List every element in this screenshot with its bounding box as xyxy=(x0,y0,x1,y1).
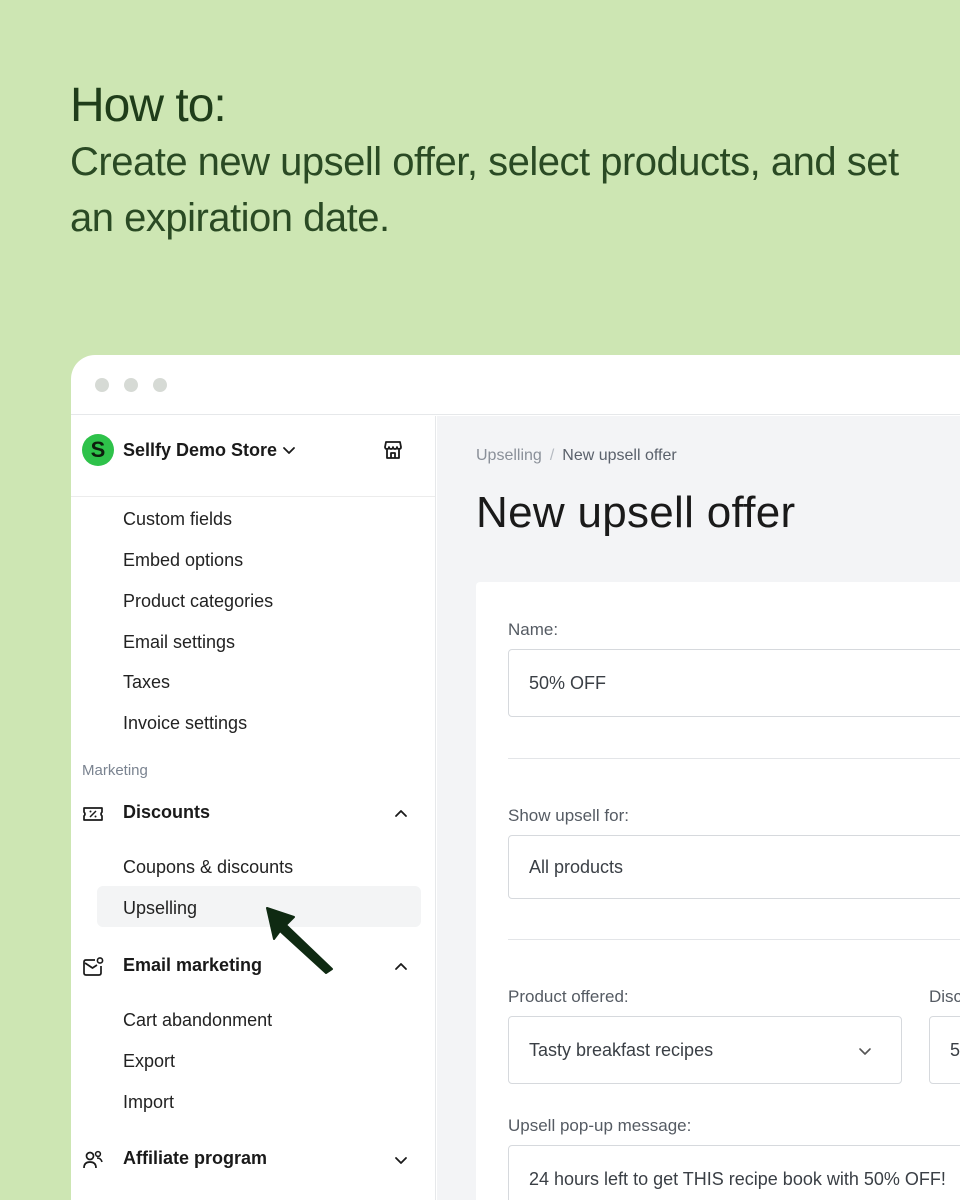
breadcrumb: Upselling / New upsell offer xyxy=(476,447,677,465)
sidebar-group-label: Email marketing xyxy=(123,955,263,975)
mail-notification-icon xyxy=(83,957,104,976)
product-offered-label: Product offered: xyxy=(508,987,629,1006)
discount-label: Disc xyxy=(929,987,960,1006)
instruction-heading: How to: Create new upsell offer, select … xyxy=(70,78,930,246)
sidebar-item-embed-options[interactable]: Embed options xyxy=(123,548,243,572)
divider xyxy=(508,758,960,759)
show-upsell-for-select[interactable]: All products xyxy=(508,835,960,899)
chevron-down-icon xyxy=(859,1048,871,1055)
sidebar-item-taxes[interactable]: Taxes xyxy=(123,670,170,694)
sidebar-group-discounts[interactable]: Discounts xyxy=(82,800,409,830)
ticket-icon xyxy=(83,807,103,821)
upsell-form-card: Name: 50% OFF Show upsell for: All produ… xyxy=(476,582,960,1200)
chevron-down-icon[interactable] xyxy=(393,1152,409,1168)
app-window: S Sellfy Demo Store Custom fields Embed … xyxy=(71,355,960,1200)
store-switcher[interactable]: S Sellfy Demo Store xyxy=(71,416,435,497)
sidebar-group-email-marketing[interactable]: Email marketing xyxy=(82,953,409,983)
heading-title: How to: xyxy=(70,79,227,132)
sidebar-item-cart-abandonment[interactable]: Cart abandonment xyxy=(123,1008,272,1032)
window-titlebar xyxy=(71,355,960,415)
sidebar-group-affiliate-program[interactable]: Affiliate program xyxy=(82,1146,409,1176)
window-dot-close[interactable] xyxy=(95,378,109,392)
section-label-marketing: Marketing xyxy=(82,762,148,779)
store-logo: S xyxy=(82,434,114,466)
sidebar-item-upselling[interactable]: Upselling xyxy=(123,896,197,920)
upsell-message-label: Upsell pop-up message: xyxy=(508,1116,692,1135)
pointer-cursor-icon xyxy=(266,907,333,974)
chevron-up-icon[interactable] xyxy=(393,806,409,822)
sidebar-item-export[interactable]: Export xyxy=(123,1049,175,1073)
affiliate-users-icon xyxy=(83,1150,103,1169)
store-name[interactable]: Sellfy Demo Store xyxy=(123,440,277,461)
sidebar-item-coupons-discounts[interactable]: Coupons & discounts xyxy=(123,855,293,879)
sidebar: S Sellfy Demo Store Custom fields Embed … xyxy=(71,416,436,1200)
page-title: New upsell offer xyxy=(476,488,796,537)
upsell-message-input[interactable]: 24 hours left to get THIS recipe book wi… xyxy=(508,1145,960,1200)
sidebar-item-custom-fields[interactable]: Custom fields xyxy=(123,507,232,531)
sidebar-group-label: Discounts xyxy=(123,802,211,822)
breadcrumb-parent-link[interactable]: Upselling xyxy=(476,447,542,464)
chevron-up-icon[interactable] xyxy=(393,959,409,975)
sidebar-group-label: Affiliate program xyxy=(123,1148,268,1168)
breadcrumb-current: New upsell offer xyxy=(562,447,677,464)
name-input[interactable]: 50% OFF xyxy=(508,649,960,717)
sidebar-item-email-settings[interactable]: Email settings xyxy=(123,630,235,654)
chevron-down-icon[interactable] xyxy=(281,442,297,458)
discount-input[interactable]: 5 xyxy=(929,1016,960,1084)
main-content: Upselling / New upsell offer New upsell of… xyxy=(437,416,960,1200)
sidebar-item-invoice-settings[interactable]: Invoice settings xyxy=(123,711,247,735)
product-offered-select[interactable]: Tasty breakfast recipes xyxy=(508,1016,902,1084)
divider xyxy=(508,939,960,940)
sidebar-item-import[interactable]: Import xyxy=(123,1090,174,1114)
heading-subtitle: Create new upsell offer, select products… xyxy=(70,140,899,240)
product-offered-value: Tasty breakfast recipes xyxy=(529,1040,714,1060)
storefront-icon[interactable] xyxy=(381,438,405,462)
sidebar-item-product-categories[interactable]: Product categories xyxy=(123,589,273,613)
window-dot-minimize[interactable] xyxy=(124,378,138,392)
show-upsell-for-label: Show upsell for: xyxy=(508,806,629,825)
window-dot-maximize[interactable] xyxy=(153,378,167,392)
breadcrumb-separator: / xyxy=(549,447,555,464)
name-label: Name: xyxy=(508,620,559,639)
